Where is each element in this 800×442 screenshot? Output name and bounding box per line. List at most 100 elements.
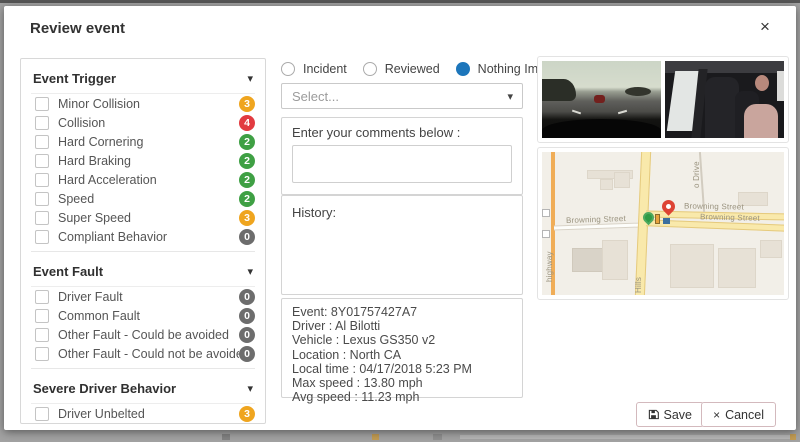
checkbox[interactable] — [35, 346, 49, 361]
map-street-label: o Drive — [692, 161, 701, 188]
driver-figure — [744, 104, 778, 138]
driver-head — [755, 75, 769, 91]
section-header-event-trigger[interactable]: Event Trigger ▾ — [31, 59, 255, 94]
checkbox[interactable] — [35, 115, 49, 130]
chevron-down-icon: ▾ — [247, 383, 253, 395]
checkbox[interactable] — [35, 153, 49, 168]
count-badge: 0 — [239, 345, 255, 362]
item-label: Common Fault — [58, 308, 140, 323]
map-control-button[interactable] — [542, 230, 550, 238]
dashboard — [542, 119, 661, 138]
modal-title: Review event — [30, 20, 126, 37]
list-item: Common Fault 0 — [31, 306, 255, 325]
checkbox[interactable] — [35, 308, 49, 323]
map-building — [602, 240, 628, 280]
checkbox[interactable] — [35, 406, 49, 421]
lane-marking — [571, 109, 582, 115]
cabin-window — [777, 71, 784, 101]
section-severe-driver-behavior: Severe Driver Behavior ▾ Driver Unbelted… — [31, 368, 255, 424]
review-event-modal: Review event × Event Trigger ▾ Minor Col… — [4, 6, 796, 430]
item-label: Hard Acceleration — [58, 172, 157, 187]
map-street-label: Browning Street — [699, 212, 761, 223]
radio-circle-icon — [455, 62, 470, 76]
count-badge: 4 — [239, 114, 255, 131]
page-background: Review event × Event Trigger ▾ Minor Col… — [0, 0, 800, 442]
list-item: Driver Unbelted 3 — [31, 404, 255, 423]
list-item: Other Fault - Could be avoided 0 — [31, 325, 255, 344]
chevron-down-icon: ▾ — [507, 91, 513, 103]
trees-silhouette — [542, 79, 576, 101]
count-badge: 3 — [239, 209, 255, 226]
select-placeholder: Select... — [292, 89, 339, 104]
detail-max-speed: Max speed : 13.80 mph — [292, 376, 423, 391]
item-label: Compliant Behavior — [58, 229, 168, 244]
dashcam-video-thumbnail[interactable] — [537, 56, 789, 143]
vehicle-ahead — [594, 95, 605, 103]
section-event-fault: Event Fault ▾ Driver Fault 0 Common Faul… — [31, 251, 255, 363]
count-badge: 0 — [239, 307, 255, 324]
radio-incident[interactable]: Incident — [281, 62, 347, 76]
history-panel: History: — [281, 195, 523, 295]
checkbox[interactable] — [35, 172, 49, 187]
list-item: Super Speed 3 — [31, 208, 255, 227]
status-select[interactable]: Select... ▾ — [281, 83, 523, 109]
radio-circle-icon — [362, 62, 377, 76]
checkbox[interactable] — [35, 210, 49, 225]
roadside-bushes — [625, 87, 651, 96]
checkbox[interactable] — [35, 229, 49, 244]
item-label: Driver Fault — [58, 289, 123, 304]
driver-camera-view — [665, 61, 784, 138]
count-badge: 0 — [239, 326, 255, 343]
count-badge — [239, 423, 255, 424]
checkbox[interactable] — [35, 191, 49, 206]
item-label: Hard Cornering — [58, 134, 144, 149]
count-badge: 3 — [239, 405, 255, 422]
count-badge: 2 — [239, 171, 255, 188]
save-button[interactable]: Save — [635, 402, 704, 427]
item-label: Super Speed — [58, 210, 131, 225]
item-label: Collision — [58, 115, 106, 130]
map-control-button[interactable] — [542, 209, 550, 217]
section-event-trigger: Event Trigger ▾ Minor Collision 3 Collis… — [31, 59, 255, 246]
detail-driver: Driver : Al Bilotti — [292, 319, 381, 334]
checkbox[interactable] — [35, 289, 49, 304]
section-title: Severe Driver Behavior — [33, 381, 177, 396]
item-label: Hard Braking — [58, 153, 131, 168]
comments-textarea[interactable] — [292, 145, 512, 183]
cabin-seat — [705, 77, 739, 138]
checkbox[interactable] — [35, 96, 49, 111]
section-header-severe-driver-behavior[interactable]: Severe Driver Behavior ▾ — [31, 369, 255, 404]
close-icon[interactable]: × — [754, 16, 776, 38]
orange-marker-icon — [655, 214, 660, 224]
section-header-event-fault[interactable]: Event Fault ▾ — [31, 252, 255, 287]
review-status-radio-group: Incident Reviewed Nothing Important — [281, 62, 577, 76]
save-disk-icon — [648, 409, 659, 420]
checkbox[interactable] — [35, 327, 49, 342]
event-location-map-card: Browning Street Browning Street Browning… — [537, 147, 789, 300]
detail-location: Location : North CA — [292, 347, 402, 362]
detail-event-id: Event: 8Y01757427A7 — [292, 305, 418, 319]
blue-marker-icon — [663, 218, 670, 224]
list-item: Collision 4 — [31, 113, 255, 132]
count-badge: 0 — [239, 288, 255, 305]
history-label: History: — [292, 205, 337, 220]
cancel-button[interactable]: × Cancel — [701, 402, 776, 427]
background-page-fragment — [372, 434, 379, 440]
background-page-fragment — [433, 434, 442, 440]
count-badge: 2 — [239, 152, 255, 169]
list-item: Hard Acceleration 2 — [31, 170, 255, 189]
event-location-map[interactable]: Browning Street Browning Street Browning… — [542, 152, 784, 295]
section-title: Event Fault — [33, 264, 104, 279]
map-building — [718, 248, 756, 288]
checkbox[interactable] — [35, 134, 49, 149]
background-page-fragment — [222, 434, 230, 440]
x-icon: × — [713, 407, 721, 422]
map-street-label: Browning Street — [683, 201, 744, 212]
count-badge: 0 — [239, 228, 255, 245]
road-camera-view — [542, 61, 661, 138]
section-title: Event Trigger — [33, 71, 117, 86]
map-building — [600, 179, 613, 190]
list-item: Hard Cornering 2 — [31, 132, 255, 151]
comments-panel: Enter your comments below : — [281, 117, 523, 195]
radio-reviewed[interactable]: Reviewed — [362, 62, 440, 76]
